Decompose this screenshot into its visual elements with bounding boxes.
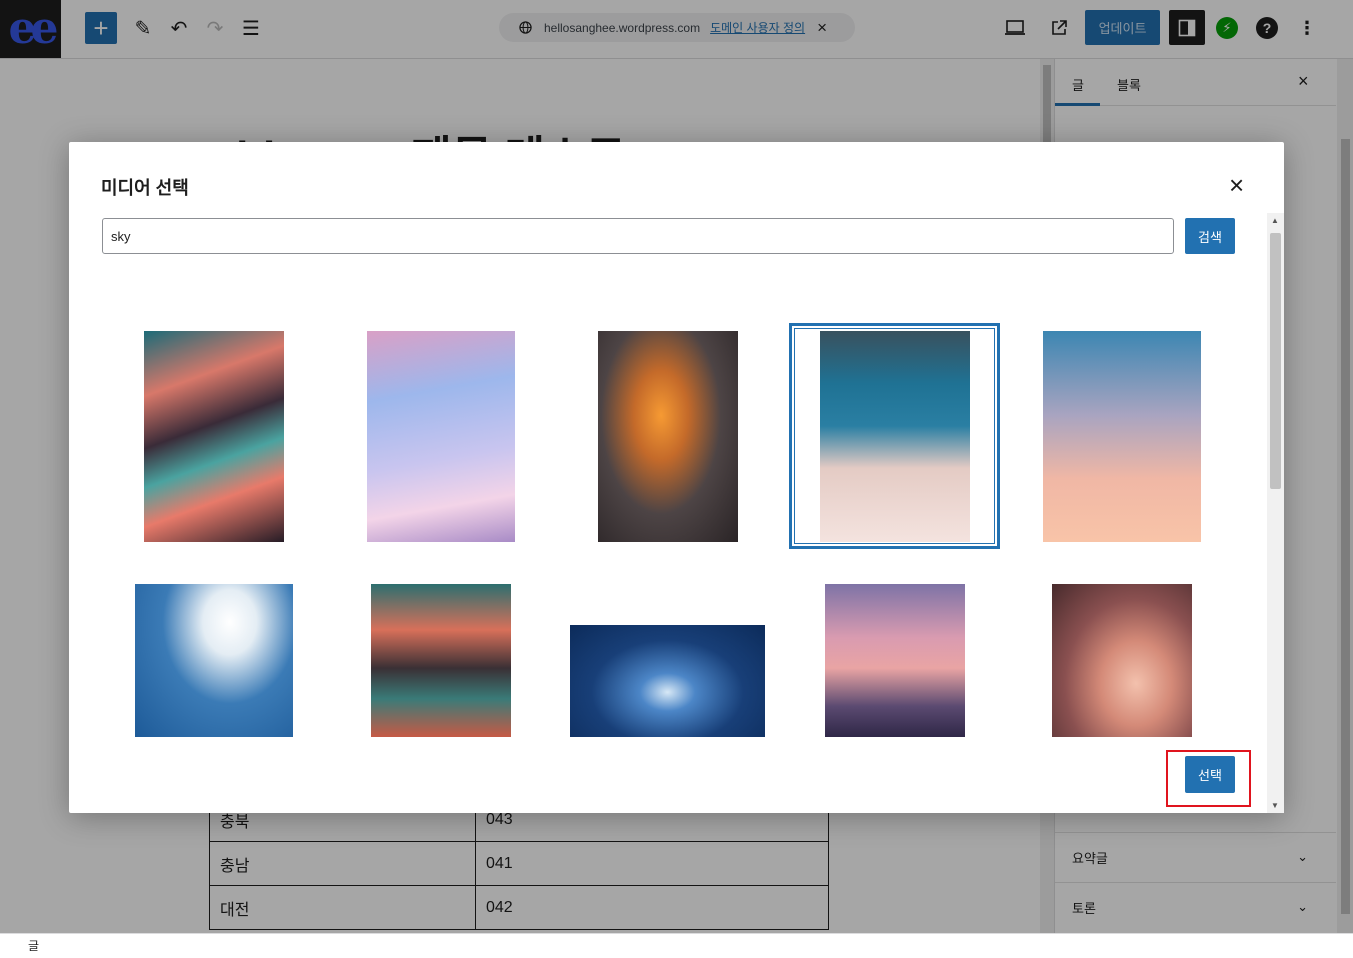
media-thumbnail[interactable] [825, 584, 965, 737]
media-thumbnail[interactable] [135, 584, 293, 737]
media-thumbnail[interactable] [598, 331, 738, 542]
media-thumbnail-selected[interactable] [820, 331, 970, 542]
close-icon[interactable]: × [1229, 172, 1244, 198]
select-button[interactable]: 선택 [1185, 756, 1235, 793]
breadcrumb-item[interactable]: 글 [28, 939, 39, 953]
scroll-thumb[interactable] [1270, 233, 1281, 489]
media-select-modal: 미디어 선택 × 검색 선택 ▲ ▼ [69, 142, 1284, 813]
media-thumbnail[interactable] [367, 331, 515, 542]
modal-scrollbar[interactable]: ▲ ▼ [1267, 213, 1284, 813]
search-button[interactable]: 검색 [1185, 218, 1235, 254]
scroll-down-icon[interactable]: ▼ [1271, 801, 1279, 810]
block-breadcrumb: 글 [0, 933, 1353, 958]
media-thumbnail[interactable] [144, 331, 284, 542]
search-input[interactable] [102, 218, 1174, 254]
media-thumbnail[interactable] [1043, 331, 1201, 542]
modal-title: 미디어 선택 [101, 178, 189, 198]
media-thumbnail[interactable] [1052, 584, 1192, 737]
media-thumbnail[interactable] [570, 625, 765, 737]
media-thumbnail[interactable] [371, 584, 511, 737]
scroll-up-icon[interactable]: ▲ [1271, 216, 1279, 225]
